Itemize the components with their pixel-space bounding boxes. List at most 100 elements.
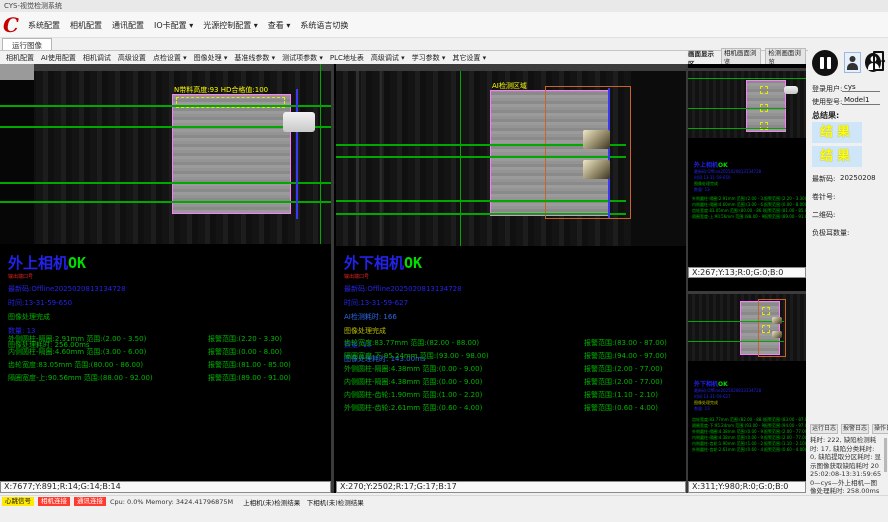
- cpu-memory-status: Cpu: 0.0% Memory: 3424.41796875M: [110, 498, 233, 506]
- image-top-band: [336, 64, 686, 71]
- time-line: 时间:13-31-59-627: [344, 298, 462, 308]
- preview-result-block: 外下相机OK 最新码:Offline2025020813134728 时间:13…: [694, 379, 761, 412]
- alarm-range-text: 报警范围:(81.00 - 85.00): [208, 360, 291, 370]
- toolbar-button[interactable]: 基准线参数 ▾: [234, 53, 275, 63]
- menu-item[interactable]: IO卡配置 ▾: [154, 20, 193, 31]
- menu-item[interactable]: 系统配置: [28, 20, 60, 31]
- comm-link-badge: 通讯连接: [74, 497, 106, 506]
- measurement-row: 内侧圆柱-齿轮:1.90mm 范围:(1.00 - 2.20) 报警范围:(1.…: [344, 388, 667, 401]
- qr-code-label: 二维码:: [812, 210, 835, 220]
- baseline-green-line: [688, 128, 786, 129]
- preview-result-title: 外下相机OK: [694, 379, 761, 388]
- latest-code-value: 20250208: [840, 174, 876, 182]
- measurement-row: 外侧圆柱-齿轮:2.61mm 范围:(0.60 - 4.00) 报警范围:(0.…: [344, 401, 667, 414]
- model-value: Model1: [842, 96, 880, 105]
- menu-item[interactable]: 通讯配置: [112, 20, 144, 31]
- toolbar-button[interactable]: 学习参数 ▾: [412, 53, 446, 63]
- roi-box: [762, 307, 770, 315]
- camera-link-badge: 相机连接: [38, 497, 70, 506]
- toolbar-button[interactable]: 相机调试: [83, 53, 111, 63]
- menu-item[interactable]: 查看 ▾: [268, 20, 291, 31]
- measurement-text: 外侧圆柱-齿轮:2.61mm 范围:(0.60 - 4.00): [344, 403, 584, 413]
- camera-image-lower: AI检测区域: [336, 64, 686, 246]
- toolbar-button[interactable]: PLC地址表: [330, 53, 364, 63]
- preview-image: [688, 68, 806, 138]
- toolbar-button[interactable]: 图像处理 ▾: [194, 53, 228, 63]
- menu-item[interactable]: 系统语言切换: [300, 20, 348, 31]
- frame-edge: [356, 71, 359, 246]
- preview-measurement-rows: 齿轮宽度:83.77mm 范围:(82.00 - 88.00) 报警范围:(83…: [692, 417, 806, 453]
- coord-bar-upper: X:7677;Y:891;R:14;G:14;B:14: [0, 481, 331, 493]
- log-tab[interactable]: 报警日志: [841, 424, 869, 434]
- toolbar-button[interactable]: 测试项参数 ▾: [282, 53, 323, 63]
- total-result-label: 总结果:: [812, 110, 839, 121]
- measurement-text: 内侧圆柱-隔圈:4.60mm 范围:(3.00 - 6.00): [8, 347, 208, 357]
- measurement-text: 齿轮宽度:83.77mm 范围:(82.00 - 88.00): [344, 338, 584, 348]
- toolbar-button[interactable]: 其它设置 ▾: [452, 53, 486, 63]
- camera-result-title: 外上相机OK: [8, 252, 126, 273]
- alarm-range-text: 报警范围:(2.00 - 77.00): [584, 364, 662, 374]
- camera-name: 外上相机: [694, 162, 718, 169]
- metal-part: [772, 317, 782, 324]
- measurement-row: 外侧圆柱-隔圈:4.38mm 范围:(0.00 - 9.00) 报警范围:(2.…: [344, 362, 667, 375]
- log-tab[interactable]: 运行日志: [810, 424, 838, 434]
- result-ok: OK: [404, 254, 422, 272]
- green-vertical-line: [320, 64, 321, 244]
- port-label: 输出端口号: [8, 273, 126, 280]
- coord-bar-preview-lower: X:311;Y:980;R:0;G:0;B:0: [688, 481, 806, 493]
- user-icon: [845, 53, 860, 72]
- coord-bar-preview-upper: X:267;Y:13;R:0;G:0;B:0: [688, 267, 806, 278]
- preview-image: [688, 291, 806, 361]
- image-top-band: [688, 291, 806, 294]
- preview-lower[interactable]: 外下相机OK 最新码:Offline2025020813134728 时间:13…: [688, 279, 806, 481]
- result-ok: OK: [718, 381, 728, 388]
- toolbar-button[interactable]: 高级调试 ▾: [371, 53, 405, 63]
- menu-item[interactable]: 光源控制配置 ▾: [203, 20, 258, 31]
- latest-code-label: 最新码:: [812, 174, 835, 184]
- camera-name: 外下相机: [344, 254, 404, 272]
- app-window: CYS-视觉检测系统 C 系统配置相机配置通讯配置IO卡配置 ▾光源控制配置 ▾…: [0, 0, 888, 522]
- log-tab[interactable]: 操作日志: [872, 424, 888, 434]
- pause-icon: [820, 57, 824, 69]
- toolbar-button[interactable]: 相机配置: [6, 53, 34, 63]
- log-text: 耗时: 222, 缺陷检测耗时: 17, 缺陷分类耗时: 0, 缺陷提取分区耗时…: [810, 436, 882, 520]
- alarm-range-text: 报警范围:(0.60 - 4.00): [584, 403, 658, 413]
- pin-number-label: 卷针号:: [812, 192, 835, 202]
- measurement-text: 隔圈宽度-下:95.24mm 范围:(93.00 - 98.00): [344, 351, 584, 361]
- baseline-green-line: [688, 108, 786, 109]
- pause-button[interactable]: [812, 50, 838, 76]
- baseline-green-line: [336, 213, 626, 215]
- roi-box: [760, 86, 768, 94]
- menu-item[interactable]: 相机配置: [70, 20, 102, 31]
- toolbar-button[interactable]: 高级设置: [118, 53, 146, 63]
- green-vertical-line: [460, 71, 461, 246]
- preview-result-block: 外上相机OK 最新码:Offline2025020813134728 时间:13…: [694, 160, 761, 193]
- pause-icon: [827, 57, 831, 69]
- preview-upper[interactable]: 外上相机OK 最新码:Offline2025020813134728 时间:13…: [688, 64, 806, 267]
- user-button[interactable]: [844, 52, 861, 73]
- alarm-range-text: 报警范围:(89.00 - 91.00): [764, 214, 806, 220]
- log-scrollbar[interactable]: [884, 438, 887, 472]
- preview-result-title: 外上相机OK: [694, 160, 761, 169]
- camera-result-title: 外下相机OK: [344, 252, 462, 273]
- baseline-green-line: [688, 341, 784, 342]
- measurement-text: 外侧圆柱-隔圈:4.38mm 范围:(0.00 - 9.00): [344, 364, 584, 374]
- image-corner-highlight: [0, 64, 34, 80]
- count-line: 数量: 13: [694, 406, 761, 412]
- measurement-row: 齿轮宽度:83.05mm 范围:(80.00 - 86.00) 报警范围:(81…: [8, 358, 291, 371]
- toolbar-button[interactable]: 点检设置 ▾: [153, 53, 187, 63]
- camera-view-lower[interactable]: AI检测区域 外下相机OK 输出端口号 最新码:Offline202502081…: [336, 64, 686, 481]
- result-ok: OK: [718, 162, 728, 169]
- detect-result-status: 上相机(未)检测结果 下相机(未)检测结果: [243, 497, 364, 507]
- product-region: [172, 94, 291, 214]
- measurement-text: 隔圈宽度-上:90.56mm 范围:(88.00 - 92.00): [692, 214, 764, 220]
- image-top-band: [688, 68, 806, 71]
- toolbar-button[interactable]: AI使用配置: [41, 53, 76, 63]
- alarm-range-text: 报警范围:(0.60 - 4.00): [764, 447, 806, 453]
- login-user-label: 登录用户:: [812, 84, 842, 94]
- camera-name: 外上相机: [8, 254, 68, 272]
- alarm-range-text: 报警范围:(2.00 - 77.00): [584, 377, 662, 387]
- logout-button[interactable]: →: [872, 50, 888, 74]
- camera-view-upper[interactable]: N带料高度:93 HD合格值:100 外上相机OK 输出端口号 最新码:Offl…: [0, 64, 331, 481]
- result-box-upper: 结果: [812, 122, 862, 143]
